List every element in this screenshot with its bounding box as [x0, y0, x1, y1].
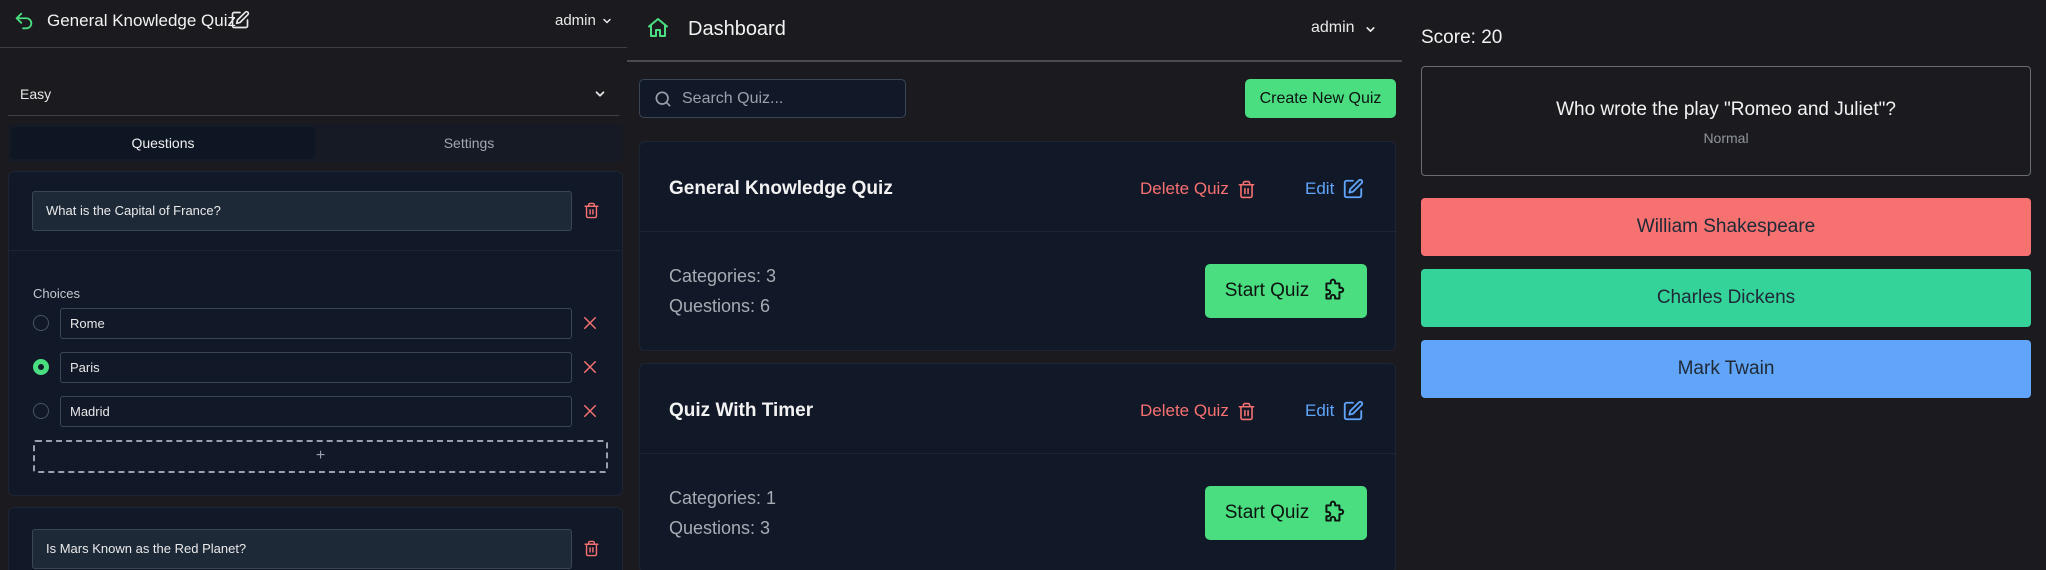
questions-count: Questions: 6 — [669, 296, 771, 316]
tab-settings[interactable]: Settings — [318, 127, 620, 159]
search-input[interactable] — [682, 88, 892, 110]
categories-count: Categories: 1 — [669, 488, 777, 508]
answer-option[interactable]: Charles Dickens — [1421, 269, 2031, 327]
dashboard-header: Dashboard admin — [627, 0, 1402, 62]
choice-input[interactable]: Rome — [60, 308, 572, 339]
edit-quiz-button[interactable]: Edit — [1305, 174, 1364, 204]
answer-option[interactable]: Mark Twain — [1421, 340, 2031, 398]
create-quiz-button[interactable]: Create New Quiz — [1245, 79, 1396, 118]
edit-label: Edit — [1305, 401, 1335, 420]
trash-icon — [1237, 179, 1256, 200]
delete-quiz-label: Delete Quiz — [1140, 179, 1229, 198]
quiz-name: General Knowledge Quiz — [669, 178, 893, 199]
categories-count: Categories: 3 — [669, 266, 777, 286]
quiz-title: General Knowledge Quiz — [47, 11, 237, 30]
choice-radio[interactable] — [33, 403, 49, 419]
start-quiz-button[interactable]: Start Quiz — [1205, 486, 1367, 540]
pencil-square-icon[interactable] — [230, 10, 250, 30]
quiz-name: Quiz With Timer — [669, 400, 814, 421]
undo-icon[interactable] — [13, 10, 35, 32]
question-card: What is the Capital of France? Choices R… — [8, 171, 623, 496]
edit-quiz-button[interactable]: Edit — [1305, 396, 1364, 426]
pencil-square-icon — [1342, 178, 1364, 200]
quiz-card: Quiz With Timer Delete Quiz Edit Categor… — [639, 363, 1396, 570]
start-quiz-label: Start Quiz — [1224, 502, 1310, 523]
edit-label: Edit — [1305, 179, 1335, 198]
chevron-down-icon[interactable] — [1364, 23, 1377, 36]
question-input[interactable]: What is the Capital of France? — [32, 191, 572, 231]
answer-option[interactable]: William Shakespeare — [1421, 198, 2031, 256]
quiz-card: General Knowledge Quiz Delete Quiz Edit … — [639, 141, 1396, 351]
question-text: Who wrote the play "Romeo and Juliet"? — [1556, 99, 1896, 120]
tab-questions[interactable]: Questions — [11, 127, 315, 159]
question-card: Is Mars Known as the Red Planet? — [8, 507, 623, 570]
start-quiz-button[interactable]: Start Quiz — [1205, 264, 1367, 318]
delete-quiz-button[interactable]: Delete Quiz — [1140, 174, 1256, 204]
trash-icon — [1237, 401, 1256, 422]
puzzle-icon — [1321, 278, 1347, 304]
difficulty-select[interactable]: Easy — [8, 78, 619, 116]
question-input[interactable]: Is Mars Known as the Red Planet? — [32, 529, 572, 569]
editor-tabs: Questions Settings — [8, 124, 623, 162]
search-box — [639, 79, 906, 118]
search-icon — [653, 89, 673, 109]
dashboard-panel: Dashboard admin Create New Quiz General … — [627, 0, 1402, 570]
divider — [640, 231, 1395, 232]
questions-count: Questions: 3 — [669, 518, 771, 538]
page-title: Dashboard — [688, 18, 786, 40]
user-menu[interactable]: admin — [555, 12, 596, 29]
choice-radio[interactable] — [33, 315, 49, 331]
user-menu[interactable]: admin — [1311, 19, 1355, 37]
close-icon[interactable] — [581, 402, 599, 420]
choice-radio-selected[interactable] — [33, 359, 49, 375]
add-choice-button[interactable]: + — [33, 440, 608, 473]
home-icon[interactable] — [646, 16, 670, 40]
chevron-down-icon — [593, 87, 607, 101]
divider — [9, 250, 622, 251]
choice-input[interactable]: Paris — [60, 352, 572, 383]
trash-icon[interactable] — [583, 539, 600, 558]
close-icon[interactable] — [581, 314, 599, 332]
chevron-down-icon[interactable] — [601, 15, 613, 27]
choices-label: Choices — [33, 286, 80, 301]
editor-header: General Knowledge Quiz admin — [0, 0, 627, 48]
pencil-square-icon — [1342, 400, 1364, 422]
puzzle-icon — [1321, 500, 1347, 526]
quiz-play-panel: Score: 20 Who wrote the play "Romeo and … — [1402, 0, 2046, 570]
divider — [640, 453, 1395, 454]
start-quiz-label: Start Quiz — [1224, 280, 1310, 301]
choice-input[interactable]: Madrid — [60, 396, 572, 427]
trash-icon[interactable] — [583, 201, 600, 220]
delete-quiz-button[interactable]: Delete Quiz — [1140, 396, 1256, 426]
delete-quiz-label: Delete Quiz — [1140, 401, 1229, 420]
close-icon[interactable] — [581, 358, 599, 376]
difficulty-label: Normal — [1703, 130, 1749, 146]
score-display: Score: 20 — [1421, 27, 1503, 48]
difficulty-value: Easy — [20, 86, 52, 102]
question-box: Who wrote the play "Romeo and Juliet"? N… — [1421, 66, 2031, 176]
quiz-editor-panel: General Knowledge Quiz admin Easy Questi… — [0, 0, 627, 570]
